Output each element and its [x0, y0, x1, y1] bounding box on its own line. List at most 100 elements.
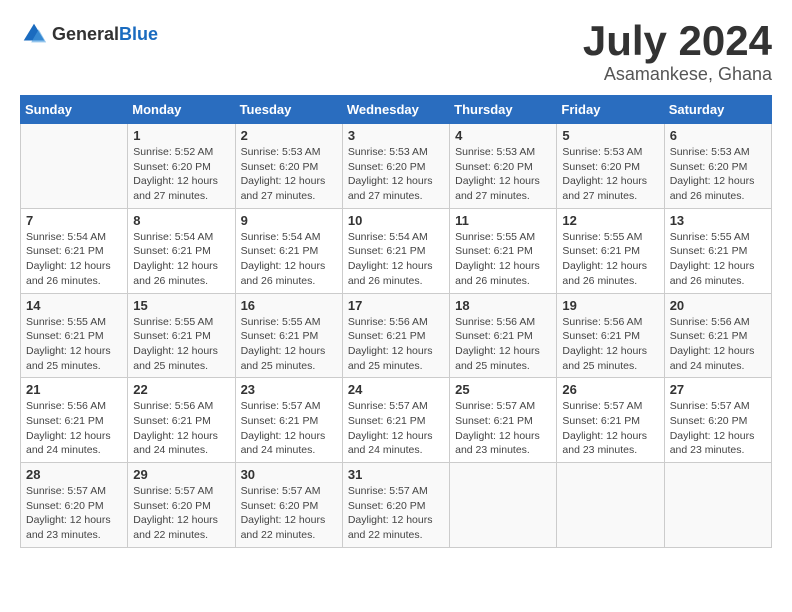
day-number: 15	[133, 298, 229, 313]
calendar-cell: 3 Sunrise: 5:53 AM Sunset: 6:20 PM Daylig…	[342, 124, 449, 209]
page-header: GeneralBlue July 2024 Asamankese, Ghana	[20, 20, 772, 85]
day-info: Sunrise: 5:55 AM Sunset: 6:21 PM Dayligh…	[26, 315, 122, 374]
calendar-cell: 27Sunrise: 5:57 AM Sunset: 6:20 PM Dayli…	[664, 378, 771, 463]
day-info: Sunrise: 5:57 AM Sunset: 6:20 PM Dayligh…	[241, 484, 337, 543]
day-number: 3	[348, 128, 444, 143]
day-info: Sunrise: 5:56 AM Sunset: 6:21 PM Dayligh…	[348, 315, 444, 374]
title-area: July 2024 Asamankese, Ghana	[583, 20, 772, 85]
day-number: 13	[670, 213, 766, 228]
calendar-cell	[664, 463, 771, 548]
day-info: Sunrise: 5:57 AM Sunset: 6:21 PM Dayligh…	[562, 399, 658, 458]
day-of-week-header: Sunday	[21, 96, 128, 124]
day-info: Sunrise: 5:53 AM Sunset: 6:20 PM Dayligh…	[241, 145, 337, 204]
calendar-week-row: 21 Sunrise: 5:56 AM Sunset: 6:21 PM Dayli…	[21, 378, 772, 463]
day-number: 28	[26, 467, 122, 482]
day-info: Sunrise: 5:53 AM Sunset: 6:20 PM Dayligh…	[562, 145, 658, 204]
logo: GeneralBlue	[20, 20, 158, 48]
calendar-cell: 24 Sunrise: 5:57 AM Sunset: 6:21 PM Dayli…	[342, 378, 449, 463]
day-info: Sunrise: 5:53 AM Sunset: 6:20 PM Dayligh…	[455, 145, 551, 204]
day-info: Sunrise: 5:56 AM Sunset: 6:21 PM Dayligh…	[670, 315, 766, 374]
calendar-cell: 4 Sunrise: 5:53 AM Sunset: 6:20 PM Daylig…	[450, 124, 557, 209]
day-number: 24	[348, 382, 444, 397]
day-of-week-header: Wednesday	[342, 96, 449, 124]
day-info: Sunrise: 5:57 AM Sunset: 6:21 PM Dayligh…	[348, 399, 444, 458]
calendar-cell: 31Sunrise: 5:57 AM Sunset: 6:20 PM Dayli…	[342, 463, 449, 548]
day-number: 16	[241, 298, 337, 313]
calendar-cell: 20 Sunrise: 5:56 AM Sunset: 6:21 PM Dayli…	[664, 293, 771, 378]
day-of-week-header: Thursday	[450, 96, 557, 124]
day-number: 9	[241, 213, 337, 228]
day-number: 20	[670, 298, 766, 313]
calendar-cell: 22 Sunrise: 5:56 AM Sunset: 6:21 PM Dayli…	[128, 378, 235, 463]
logo-blue: Blue	[119, 24, 158, 44]
calendar-cell: 29Sunrise: 5:57 AM Sunset: 6:20 PM Dayli…	[128, 463, 235, 548]
calendar-cell: 26Sunrise: 5:57 AM Sunset: 6:21 PM Dayli…	[557, 378, 664, 463]
day-number: 31	[348, 467, 444, 482]
day-info: Sunrise: 5:55 AM Sunset: 6:21 PM Dayligh…	[670, 230, 766, 289]
calendar-cell: 9 Sunrise: 5:54 AM Sunset: 6:21 PM Daylig…	[235, 208, 342, 293]
calendar-cell: 12 Sunrise: 5:55 AM Sunset: 6:21 PM Dayli…	[557, 208, 664, 293]
calendar-cell: 8 Sunrise: 5:54 AM Sunset: 6:21 PM Daylig…	[128, 208, 235, 293]
day-number: 18	[455, 298, 551, 313]
calendar-cell	[450, 463, 557, 548]
day-info: Sunrise: 5:55 AM Sunset: 6:21 PM Dayligh…	[455, 230, 551, 289]
calendar-cell: 5Sunrise: 5:53 AM Sunset: 6:20 PM Daylig…	[557, 124, 664, 209]
day-info: Sunrise: 5:57 AM Sunset: 6:20 PM Dayligh…	[133, 484, 229, 543]
day-info: Sunrise: 5:53 AM Sunset: 6:20 PM Dayligh…	[348, 145, 444, 204]
day-info: Sunrise: 5:56 AM Sunset: 6:21 PM Dayligh…	[455, 315, 551, 374]
calendar-cell: 2 Sunrise: 5:53 AM Sunset: 6:20 PM Daylig…	[235, 124, 342, 209]
day-number: 21	[26, 382, 122, 397]
day-number: 17	[348, 298, 444, 313]
day-of-week-header: Saturday	[664, 96, 771, 124]
day-info: Sunrise: 5:57 AM Sunset: 6:20 PM Dayligh…	[26, 484, 122, 543]
day-number: 19	[562, 298, 658, 313]
day-number: 27	[670, 382, 766, 397]
day-info: Sunrise: 5:56 AM Sunset: 6:21 PM Dayligh…	[562, 315, 658, 374]
day-info: Sunrise: 5:54 AM Sunset: 6:21 PM Dayligh…	[241, 230, 337, 289]
day-info: Sunrise: 5:55 AM Sunset: 6:21 PM Dayligh…	[241, 315, 337, 374]
day-number: 12	[562, 213, 658, 228]
day-info: Sunrise: 5:56 AM Sunset: 6:21 PM Dayligh…	[133, 399, 229, 458]
calendar-cell: 10Sunrise: 5:54 AM Sunset: 6:21 PM Dayli…	[342, 208, 449, 293]
day-number: 2	[241, 128, 337, 143]
calendar-cell: 18 Sunrise: 5:56 AM Sunset: 6:21 PM Dayli…	[450, 293, 557, 378]
day-info: Sunrise: 5:57 AM Sunset: 6:21 PM Dayligh…	[241, 399, 337, 458]
day-number: 6	[670, 128, 766, 143]
calendar-cell: 16 Sunrise: 5:55 AM Sunset: 6:21 PM Dayli…	[235, 293, 342, 378]
calendar-cell: 23Sunrise: 5:57 AM Sunset: 6:21 PM Dayli…	[235, 378, 342, 463]
calendar-cell: 21 Sunrise: 5:56 AM Sunset: 6:21 PM Dayli…	[21, 378, 128, 463]
calendar-cell: 11Sunrise: 5:55 AM Sunset: 6:21 PM Dayli…	[450, 208, 557, 293]
day-number: 8	[133, 213, 229, 228]
day-info: Sunrise: 5:53 AM Sunset: 6:20 PM Dayligh…	[670, 145, 766, 204]
location-title: Asamankese, Ghana	[583, 64, 772, 85]
calendar-cell: 14 Sunrise: 5:55 AM Sunset: 6:21 PM Dayli…	[21, 293, 128, 378]
calendar-header-row: SundayMondayTuesdayWednesdayThursdayFrid…	[21, 96, 772, 124]
day-number: 1	[133, 128, 229, 143]
day-info: Sunrise: 5:54 AM Sunset: 6:21 PM Dayligh…	[133, 230, 229, 289]
calendar-week-row: 28 Sunrise: 5:57 AM Sunset: 6:20 PM Dayli…	[21, 463, 772, 548]
calendar-cell: 17 Sunrise: 5:56 AM Sunset: 6:21 PM Dayli…	[342, 293, 449, 378]
day-number: 30	[241, 467, 337, 482]
day-of-week-header: Tuesday	[235, 96, 342, 124]
calendar-week-row: 7 Sunrise: 5:54 AM Sunset: 6:21 PM Daylig…	[21, 208, 772, 293]
day-info: Sunrise: 5:54 AM Sunset: 6:21 PM Dayligh…	[26, 230, 122, 289]
day-info: Sunrise: 5:54 AM Sunset: 6:21 PM Dayligh…	[348, 230, 444, 289]
calendar-cell: 15 Sunrise: 5:55 AM Sunset: 6:21 PM Dayli…	[128, 293, 235, 378]
day-number: 22	[133, 382, 229, 397]
day-info: Sunrise: 5:56 AM Sunset: 6:21 PM Dayligh…	[26, 399, 122, 458]
calendar-table: SundayMondayTuesdayWednesdayThursdayFrid…	[20, 95, 772, 548]
calendar-cell: 25Sunrise: 5:57 AM Sunset: 6:21 PM Dayli…	[450, 378, 557, 463]
logo-general: General	[52, 24, 119, 44]
calendar-cell: 28 Sunrise: 5:57 AM Sunset: 6:20 PM Dayli…	[21, 463, 128, 548]
day-info: Sunrise: 5:55 AM Sunset: 6:21 PM Dayligh…	[562, 230, 658, 289]
month-title: July 2024	[583, 20, 772, 62]
calendar-cell: 13 Sunrise: 5:55 AM Sunset: 6:21 PM Dayli…	[664, 208, 771, 293]
day-number: 4	[455, 128, 551, 143]
day-number: 7	[26, 213, 122, 228]
logo-icon	[20, 20, 48, 48]
day-info: Sunrise: 5:55 AM Sunset: 6:21 PM Dayligh…	[133, 315, 229, 374]
day-number: 14	[26, 298, 122, 313]
calendar-cell: 6 Sunrise: 5:53 AM Sunset: 6:20 PM Daylig…	[664, 124, 771, 209]
calendar-cell: 30 Sunrise: 5:57 AM Sunset: 6:20 PM Dayli…	[235, 463, 342, 548]
calendar-cell: 7 Sunrise: 5:54 AM Sunset: 6:21 PM Daylig…	[21, 208, 128, 293]
